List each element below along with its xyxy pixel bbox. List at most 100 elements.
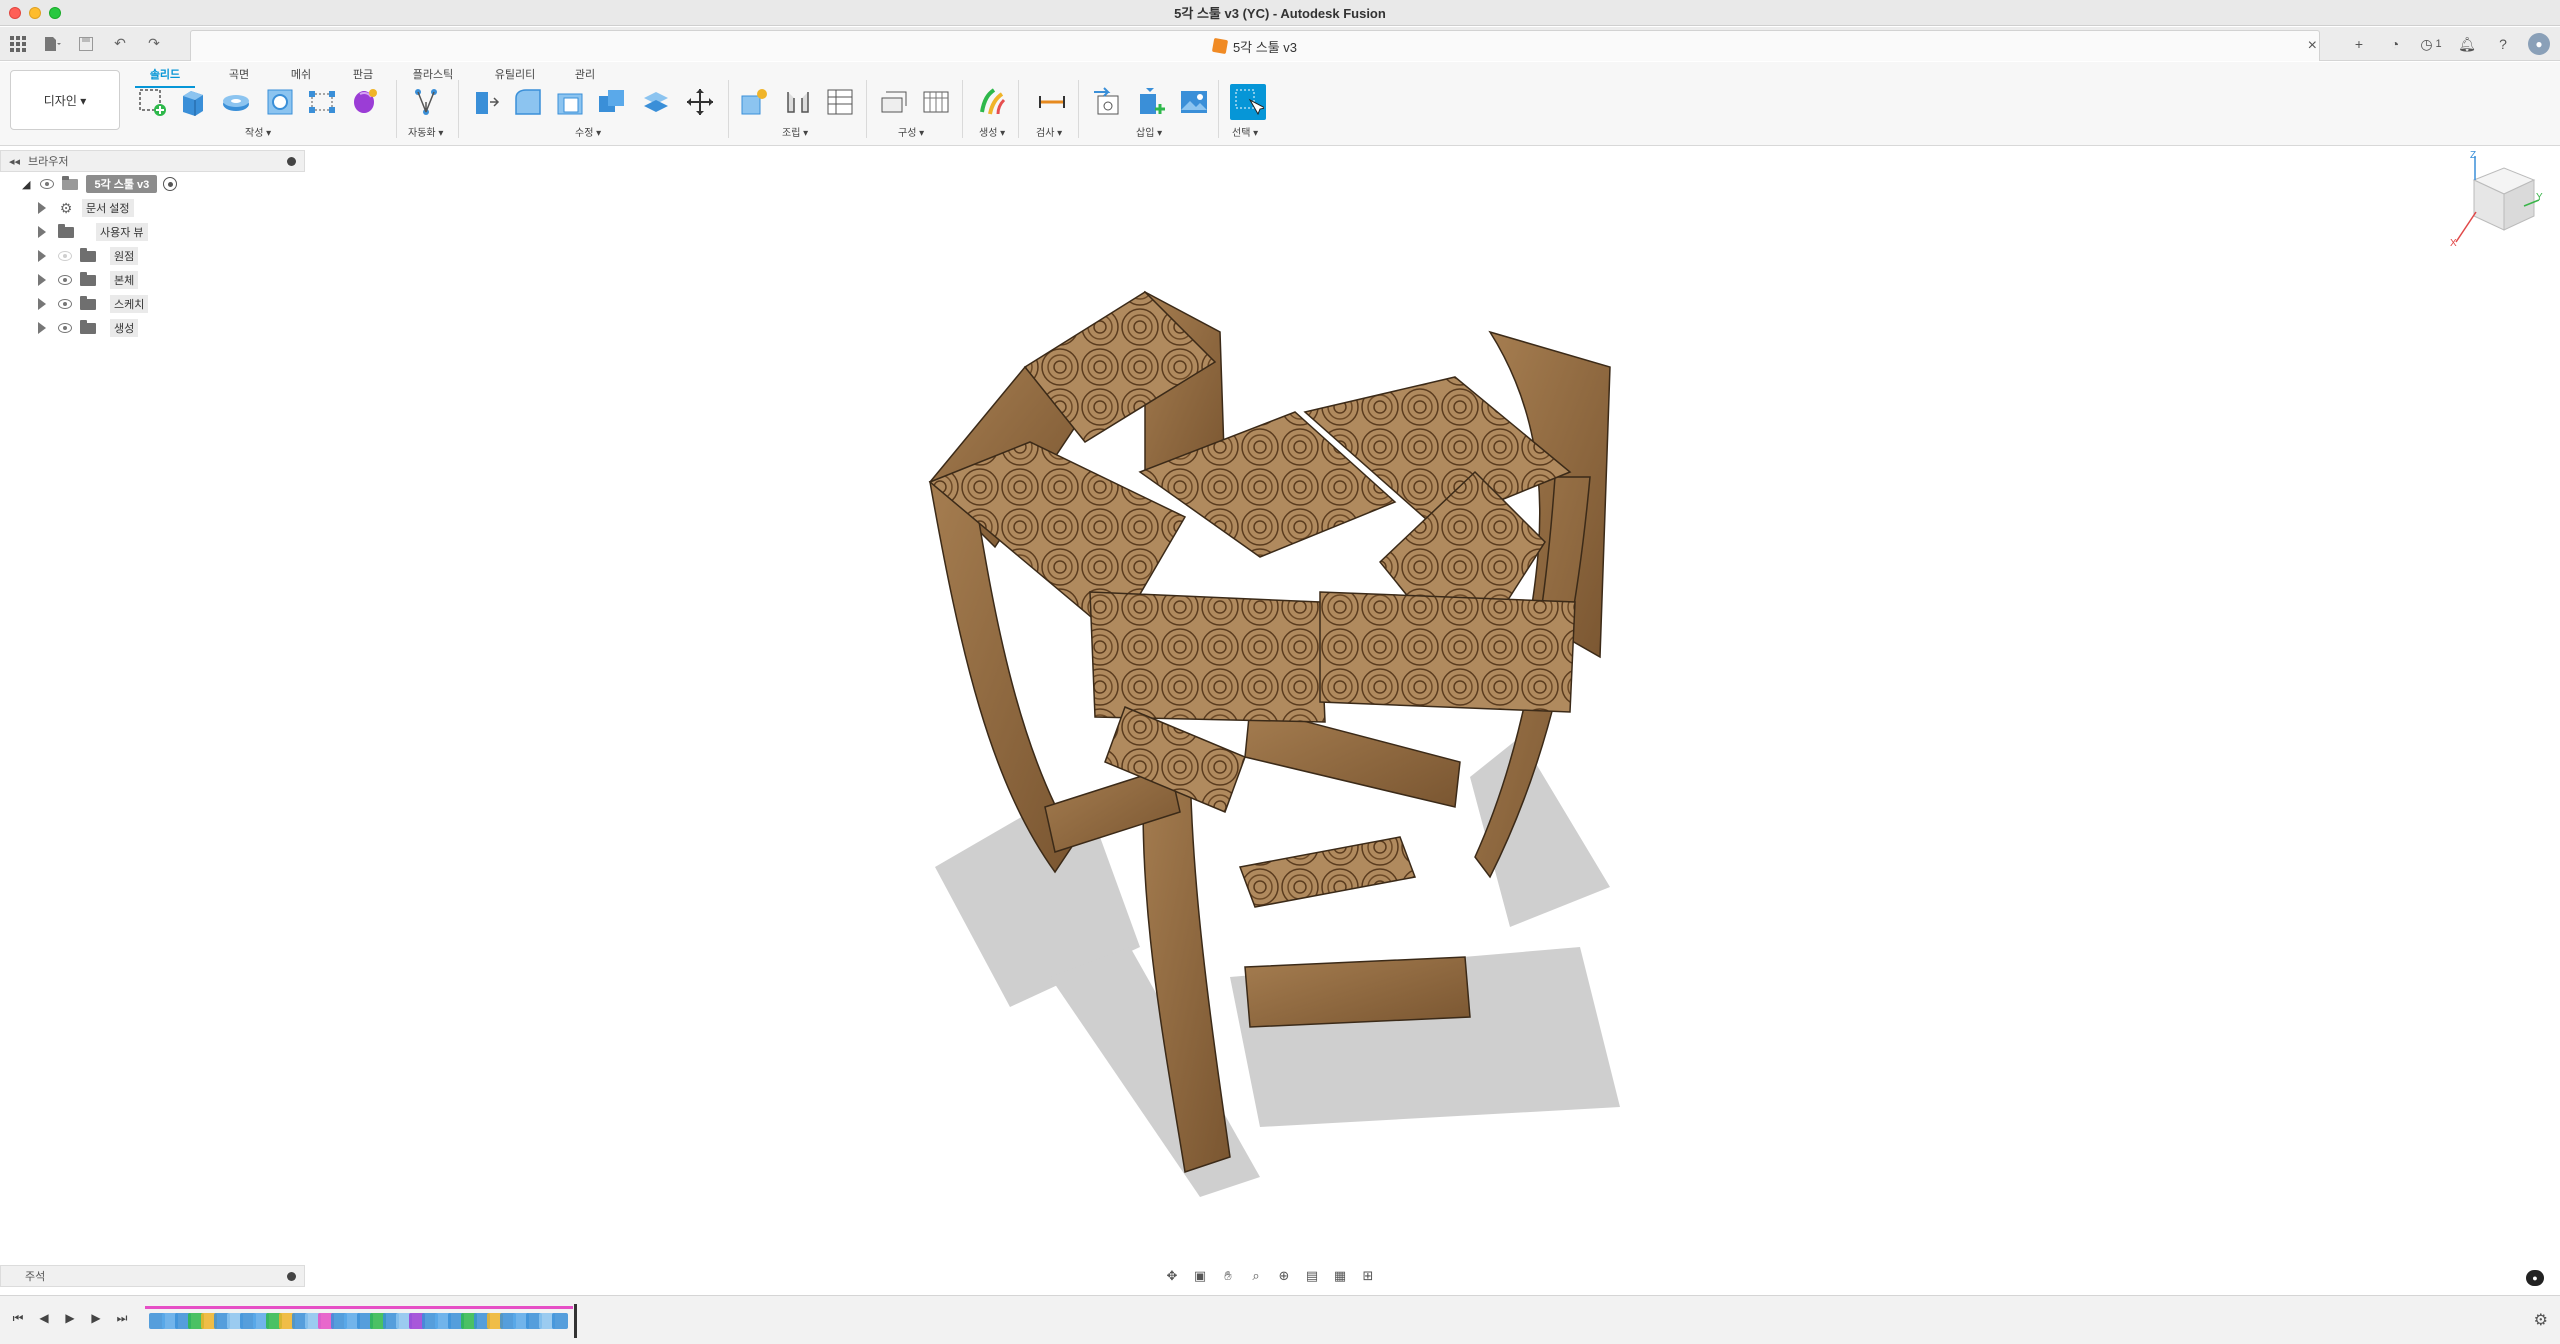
browser-item-label: 생성: [110, 319, 139, 337]
browser-item-document-settings[interactable]: ⚙ 문서 설정: [0, 196, 305, 220]
timeline-track[interactable]: [145, 1306, 575, 1336]
comments-panel[interactable]: 주석: [0, 1265, 305, 1287]
new-component-icon[interactable]: [736, 84, 772, 120]
insert-mesh-icon[interactable]: [1134, 84, 1170, 120]
orbit-icon[interactable]: ✥: [1160, 1266, 1184, 1286]
timeline-feature-icon[interactable]: [552, 1313, 568, 1329]
hole-icon[interactable]: [262, 84, 298, 120]
step-back-icon[interactable]: ◀: [36, 1310, 52, 1326]
browser-item-construction[interactable]: 생성: [0, 316, 305, 340]
avatar[interactable]: ●: [2528, 33, 2550, 55]
ribbon: 디자인 ▾ 솔리드 곡면 메쉬 판금 플라스틱 유틸리티 관리 작성 ▾ 자동화…: [0, 62, 2560, 146]
create-form-icon[interactable]: [346, 84, 382, 120]
undo-icon[interactable]: ↶: [110, 34, 130, 54]
timeline-settings-icon[interactable]: ⚙: [2534, 1310, 2548, 1330]
pattern-icon[interactable]: [304, 84, 340, 120]
new-tab-icon[interactable]: +: [2348, 33, 2370, 55]
job-status-icon[interactable]: ◷ 1: [2420, 33, 2442, 55]
combine-icon[interactable]: [594, 84, 630, 120]
insert-image-icon[interactable]: [1176, 84, 1212, 120]
pan-icon[interactable]: ✋︎: [1216, 1266, 1240, 1286]
group-inspect-label[interactable]: 검사 ▾: [1036, 124, 1062, 139]
expand-arrow-icon[interactable]: [38, 202, 46, 214]
extrude-icon[interactable]: [175, 84, 211, 120]
group-generate-label[interactable]: 생성 ▾: [979, 124, 1005, 139]
grid-snap-icon[interactable]: ▦: [1328, 1266, 1352, 1286]
browser-item-named-views[interactable]: 사용자 뷰: [0, 220, 305, 244]
expand-arrow-icon[interactable]: [38, 274, 46, 286]
look-at-icon[interactable]: ▣: [1188, 1266, 1212, 1286]
header-right-icons: + ◔ ◷ 1 🔔︎ ? ●: [2348, 33, 2550, 55]
save-icon[interactable]: [76, 34, 96, 54]
collapse-panel-icon[interactable]: ◂◂: [9, 155, 20, 168]
visibility-eye-icon[interactable]: [40, 179, 55, 189]
measure-icon[interactable]: [1034, 84, 1070, 120]
press-pull-icon[interactable]: [468, 84, 504, 120]
timeline-marker[interactable]: [574, 1304, 577, 1338]
create-sketch-icon[interactable]: [134, 84, 170, 120]
browser-header[interactable]: ◂◂ 브라우저: [0, 150, 305, 172]
play-icon[interactable]: ▶: [62, 1310, 78, 1326]
go-to-end-icon[interactable]: ⏭: [114, 1310, 130, 1326]
notifications-icon[interactable]: 🔔︎: [2456, 33, 2478, 55]
expand-arrow-icon[interactable]: [38, 250, 46, 262]
generative-design-icon[interactable]: [974, 84, 1010, 120]
expand-arrow-icon[interactable]: [38, 322, 46, 334]
minimize-window-button[interactable]: [29, 7, 41, 19]
redo-icon[interactable]: ↷: [144, 34, 164, 54]
visibility-eye-icon[interactable]: [58, 299, 72, 309]
fit-icon[interactable]: ⊕: [1272, 1266, 1296, 1286]
browser-item-label: 스케치: [110, 295, 149, 313]
chat-icon[interactable]: ●: [2526, 1270, 2544, 1286]
shell-icon[interactable]: [552, 84, 588, 120]
offset-plane-icon[interactable]: [876, 84, 912, 120]
insert-derive-icon[interactable]: [1090, 84, 1126, 120]
browser-item-origin[interactable]: 원점: [0, 244, 305, 268]
extensions-icon[interactable]: ◔: [2384, 33, 2406, 55]
go-to-start-icon[interactable]: ⏮: [10, 1310, 26, 1326]
maximize-window-button[interactable]: [49, 7, 61, 19]
document-tab[interactable]: 5각 스툴 v3 ×: [190, 30, 2320, 61]
close-window-button[interactable]: [9, 7, 21, 19]
group-assemble-label[interactable]: 조립 ▾: [782, 124, 808, 139]
file-menu-icon[interactable]: [42, 34, 62, 54]
visibility-eye-icon[interactable]: [58, 275, 72, 285]
expand-arrow-icon[interactable]: [38, 226, 46, 238]
group-modify-label[interactable]: 수정 ▾: [575, 124, 601, 139]
workspace-switcher[interactable]: 디자인 ▾: [10, 70, 120, 130]
browser-item-sketches[interactable]: 스케치: [0, 292, 305, 316]
browser-item-bodies[interactable]: 본체: [0, 268, 305, 292]
collapse-root-icon[interactable]: ◢: [22, 178, 30, 191]
offset-face-icon[interactable]: [638, 84, 674, 120]
viewcube-axis-x: X: [2450, 238, 2457, 249]
automate-icon[interactable]: [408, 84, 444, 120]
expand-arrow-icon[interactable]: [38, 298, 46, 310]
group-select-label[interactable]: 선택 ▾: [1232, 124, 1258, 139]
viewcube[interactable]: X Y Z: [2444, 150, 2544, 250]
joint-icon[interactable]: [780, 84, 816, 120]
help-icon[interactable]: ?: [2492, 33, 2514, 55]
revolve-icon[interactable]: [218, 84, 254, 120]
activate-component-icon[interactable]: [163, 177, 178, 191]
plane-at-angle-icon[interactable]: [918, 84, 954, 120]
viewport-canvas[interactable]: [0, 147, 2560, 1287]
zoom-icon[interactable]: ⌕: [1244, 1266, 1268, 1286]
step-forward-icon[interactable]: ▶: [88, 1310, 104, 1326]
browser-root-row[interactable]: ◢ 5각 스툴 v3: [0, 172, 305, 196]
visibility-eye-icon[interactable]: [58, 251, 72, 261]
group-create-label[interactable]: 작성 ▾: [245, 124, 271, 139]
fillet-icon[interactable]: [510, 84, 546, 120]
group-automate-label[interactable]: 자동화 ▾: [408, 124, 443, 139]
display-settings-icon[interactable]: ▤: [1300, 1266, 1324, 1286]
comments-add-icon[interactable]: [287, 1272, 296, 1281]
group-construct-label[interactable]: 구성 ▾: [898, 124, 924, 139]
visibility-eye-icon[interactable]: [58, 323, 72, 333]
app-grid-icon[interactable]: [8, 34, 28, 54]
group-insert-label[interactable]: 삽입 ▾: [1136, 124, 1162, 139]
panel-pin-icon[interactable]: [287, 157, 296, 166]
select-icon[interactable]: [1230, 84, 1266, 120]
viewports-icon[interactable]: ⊞: [1356, 1266, 1380, 1286]
bill-of-materials-icon[interactable]: [822, 84, 858, 120]
close-tab-icon[interactable]: ×: [2308, 37, 2317, 55]
move-copy-icon[interactable]: [682, 84, 718, 120]
